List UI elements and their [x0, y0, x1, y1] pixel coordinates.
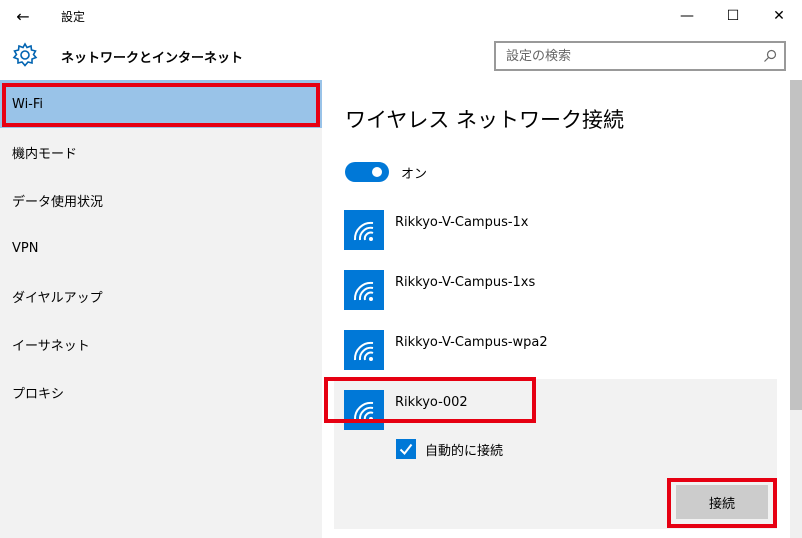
checkmark-icon [399, 443, 413, 456]
wifi-icon [344, 330, 384, 370]
network-item[interactable]: Rikkyo-V-Campus-wpa2 [344, 330, 764, 372]
network-name: Rikkyo-V-Campus-1xs [395, 275, 536, 290]
sidebar-item-label: ダイヤルアップ [12, 290, 103, 306]
auto-connect-checkbox[interactable] [396, 439, 416, 459]
sidebar: Wi-Fi 機内モード データ使用状況 VPN ダイヤルアップ イーサネット プ… [0, 80, 322, 538]
page-header: ネットワークとインターネット [0, 32, 802, 80]
network-item-selected[interactable]: Rikkyo-002 [344, 390, 764, 432]
search-icon[interactable] [762, 48, 778, 64]
minimize-icon: — [680, 8, 694, 24]
page-title: ネットワークとインターネット [61, 51, 244, 66]
network-name: Rikkyo-002 [395, 395, 468, 410]
sidebar-item-dialup[interactable]: ダイヤルアップ [0, 272, 322, 320]
sidebar-item-label: データ使用状況 [12, 194, 104, 210]
network-item[interactable]: Rikkyo-V-Campus-1xs [344, 270, 764, 312]
main-content: ワイヤレス ネットワーク接続 オン Rikkyo-V-Campus-1x Rik… [322, 80, 790, 538]
back-button[interactable]: ← [0, 0, 46, 32]
scrollbar[interactable] [790, 80, 802, 538]
sidebar-item-data-usage[interactable]: データ使用状況 [0, 176, 322, 224]
close-icon: ✕ [773, 8, 785, 24]
sidebar-item-proxy[interactable]: プロキシ [0, 368, 322, 416]
wifi-icon [344, 390, 384, 430]
gear-icon [12, 42, 38, 67]
sidebar-item-label: VPN [12, 240, 39, 256]
scrollbar-thumb[interactable] [790, 80, 802, 410]
minimize-button[interactable]: — [664, 0, 710, 32]
network-name: Rikkyo-V-Campus-wpa2 [395, 335, 548, 350]
window-title: 設定 [61, 10, 86, 24]
close-button[interactable]: ✕ [756, 0, 802, 32]
search-input[interactable] [496, 43, 746, 69]
auto-connect-option[interactable]: 自動的に接続 [396, 439, 503, 459]
sidebar-item-ethernet[interactable]: イーサネット [0, 320, 322, 368]
wifi-icon [344, 270, 384, 310]
connect-button[interactable]: 接続 [676, 485, 768, 519]
search-box[interactable] [494, 41, 786, 71]
auto-connect-label: 自動的に接続 [425, 443, 504, 459]
sidebar-item-label: プロキシ [12, 386, 65, 402]
wifi-icon [344, 210, 384, 250]
maximize-button[interactable]: ☐ [710, 0, 756, 32]
toggle-label: オン [401, 167, 428, 182]
sidebar-item-vpn[interactable]: VPN [0, 224, 322, 272]
network-item[interactable]: Rikkyo-V-Campus-1x [344, 210, 764, 252]
arrow-left-icon: ← [16, 6, 30, 26]
sidebar-item-label: Wi-Fi [12, 96, 44, 112]
wifi-toggle[interactable] [345, 162, 389, 182]
sidebar-item-wifi[interactable]: Wi-Fi [0, 80, 322, 128]
sidebar-item-label: 機内モード [12, 146, 78, 162]
section-title: ワイヤレス ネットワーク接続 [345, 108, 625, 132]
title-bar: ← 設定 — ☐ ✕ [0, 0, 802, 32]
maximize-icon: ☐ [726, 8, 740, 24]
toggle-knob [372, 167, 382, 177]
sidebar-item-label: イーサネット [12, 338, 90, 354]
sidebar-item-airplane-mode[interactable]: 機内モード [0, 128, 322, 176]
network-name: Rikkyo-V-Campus-1x [395, 215, 529, 230]
